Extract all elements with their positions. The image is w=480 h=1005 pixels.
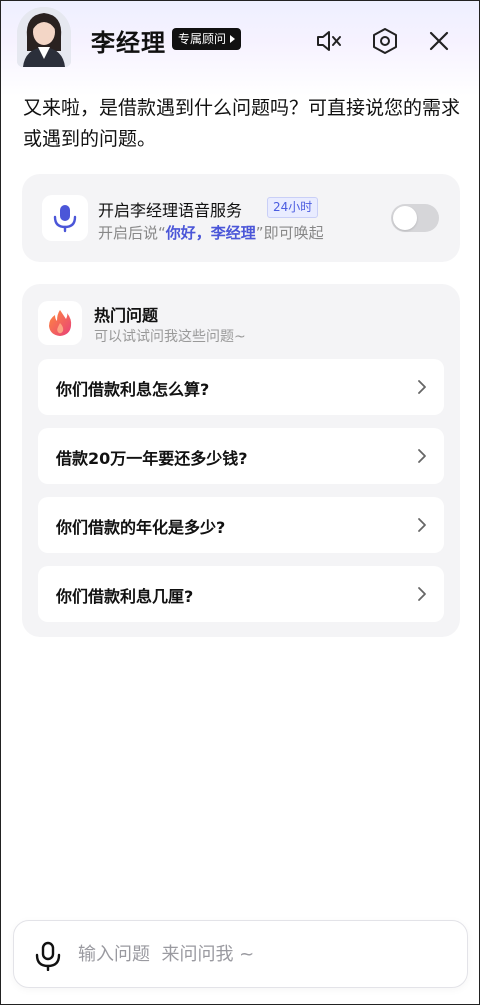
header: 李经理 专属顾问 [1, 1, 479, 81]
chevron-right-icon [418, 449, 426, 463]
question-item[interactable]: 你们借款利息怎么算? [38, 359, 444, 415]
voice-service-title: 开启李经理语音服务 [98, 201, 243, 220]
voice-service-subtitle: 开启后说“你好，李经理”即可唤起 [98, 222, 324, 243]
close-icon[interactable] [423, 25, 455, 57]
chevron-right-icon [418, 380, 426, 394]
question-item[interactable]: 你们借款利息几厘? [38, 566, 444, 622]
toggle-knob [393, 206, 417, 230]
settings-hex-icon[interactable] [369, 25, 401, 57]
fire-icon [38, 301, 82, 345]
play-arrow-icon [230, 35, 236, 43]
question-label: 你们借款利息怎么算? [56, 380, 210, 399]
avatar-portrait [17, 7, 71, 67]
badge-label: 专属顾问 [178, 32, 227, 46]
wake-phrase: 你好，李经理 [165, 224, 256, 242]
question-item[interactable]: 你们借款的年化是多少? [38, 497, 444, 553]
question-label: 你们借款的年化是多少? [56, 518, 226, 537]
greeting-text: 又来啦，是借款遇到什么问题吗？可直接说您的需求或遇到的问题。 [23, 97, 461, 150]
hot-questions-subtitle: 可以试试问我这些问题~ [94, 329, 246, 345]
voice-sub-prefix: 开启后说“ [98, 224, 166, 242]
advisor-name: 李经理 [91, 29, 166, 57]
advisor-badge[interactable]: 专属顾问 [172, 28, 242, 50]
hot-questions-card: 热门问题 可以试试问我这些问题~ 你们借款利息怎么算? 借款20万一年要还多少钱… [22, 284, 460, 637]
voice-service-toggle[interactable] [391, 204, 439, 232]
question-item[interactable]: 借款20万一年要还多少钱? [38, 428, 444, 484]
microphone-icon[interactable] [34, 941, 62, 972]
question-label: 借款20万一年要还多少钱? [56, 449, 248, 468]
app-frame: 李经理 专属顾问 又来啦，是借款遇到什么问题吗？可直接说您的需求或遇到的问题。 [0, 0, 480, 1005]
hot-questions-title: 热门问题 [94, 306, 159, 325]
24h-tag: 24小时 [267, 197, 319, 218]
question-label: 你们借款利息几厘? [56, 587, 194, 606]
voice-sub-suffix: ”即可唤起 [255, 224, 324, 242]
chevron-right-icon [418, 518, 426, 532]
voice-mic-icon [42, 195, 88, 241]
chat-input-bar [13, 920, 468, 988]
mute-icon[interactable] [313, 25, 345, 57]
chevron-right-icon [418, 587, 426, 601]
question-input[interactable] [78, 939, 438, 969]
avatar[interactable] [17, 7, 71, 67]
voice-service-card: 开启李经理语音服务 24小时 开启后说“你好，李经理”即可唤起 [22, 174, 460, 262]
